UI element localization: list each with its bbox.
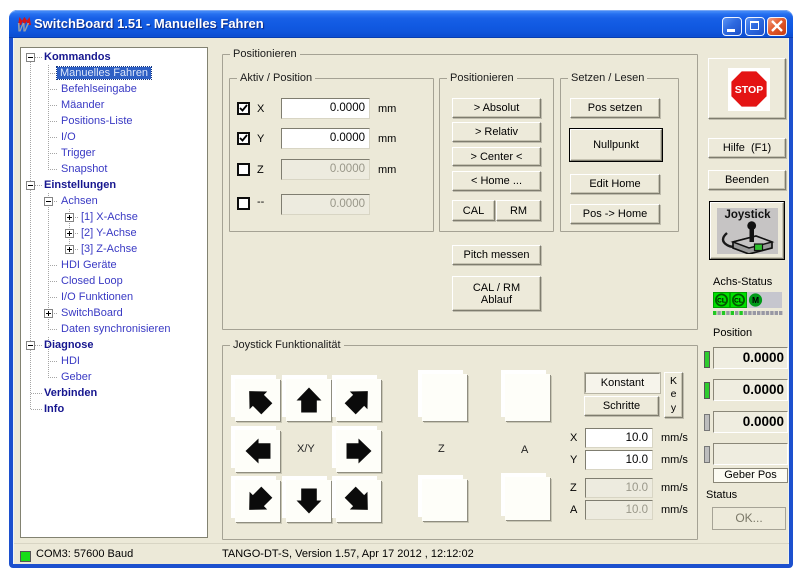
svg-text:W: W xyxy=(17,21,30,35)
svg-text:CL: CL xyxy=(734,298,743,305)
svg-text:STOP: STOP xyxy=(735,84,763,96)
svg-text:CL: CL xyxy=(717,298,726,305)
svg-text:M: M xyxy=(752,295,759,305)
